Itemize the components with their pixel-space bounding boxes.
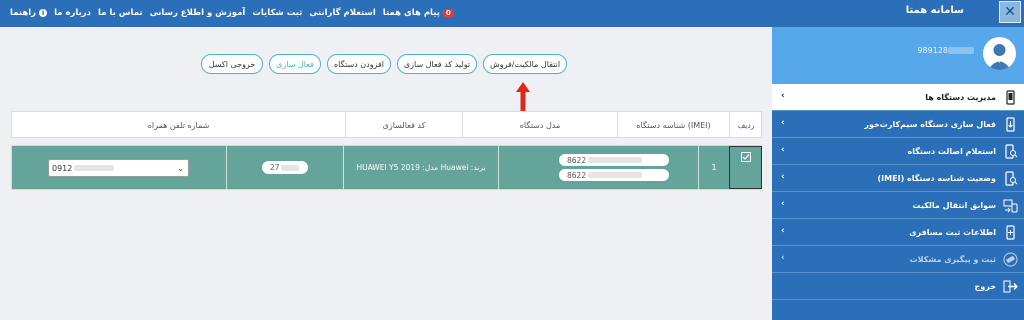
chevron-right-icon: ›	[781, 118, 785, 128]
row-index-cell: 1	[698, 146, 729, 189]
sidebar-item-activate-sim-device[interactable]: فعال سازی دستگاه سیم‌کارت‌خور ›	[772, 111, 1024, 138]
redacted-phone	[948, 47, 974, 54]
device-transfer-icon	[1003, 199, 1018, 213]
main-content: انتقال مالکیت/فروش تولید کد فعال سازی اف…	[0, 27, 772, 320]
chevron-right-icon: ›	[781, 172, 785, 182]
chevron-right-icon: ›	[781, 199, 785, 209]
nav-help[interactable]: iراهنما	[10, 7, 48, 18]
phone-select[interactable]: 0912 ⌄	[48, 159, 189, 177]
user-box: 989128	[772, 27, 1024, 84]
sidebar-item-authenticity[interactable]: استعلام اصالت دستگاه ›	[772, 138, 1024, 165]
user-icon	[988, 44, 1011, 70]
header-phone: شماره تلفن همراه	[147, 120, 210, 130]
header-activation-code: کد فعالسازی	[345, 112, 462, 138]
activation-code-value: 27	[270, 163, 280, 172]
imei-cell: 8622 8622	[498, 146, 729, 189]
phone-search-icon	[1005, 171, 1018, 186]
chevron-right-icon: ›	[781, 226, 785, 236]
sidebar-menu: مدیریت دستگاه ها › فعال سازی دستگاه سیم‌…	[772, 84, 1024, 300]
header-imei: شناسه دستگاه (IMEI)	[617, 112, 729, 138]
activation-code-pill: 27	[262, 161, 308, 174]
generate-activation-code-button[interactable]: تولید کد فعال سازی	[397, 54, 477, 74]
messages-count-badge: 0	[442, 8, 454, 17]
row-select-checkbox[interactable]	[729, 146, 762, 189]
exit-icon	[1003, 280, 1018, 293]
nav-messages-label: پیام های همتا	[382, 7, 440, 18]
imei-2-value: 8622	[567, 170, 587, 180]
sidebar-item-traveler-info[interactable]: اطلاعات ثبت مسافری ›	[772, 219, 1024, 246]
nav-contact[interactable]: تماس با ما	[98, 8, 143, 18]
model-cell: برند: Huawei مدل: HUAWEI Y5 2019	[343, 146, 498, 189]
user-phone: 989128	[917, 46, 974, 55]
close-icon[interactable]: ✕	[999, 1, 1021, 23]
activation-code-cell: 27	[226, 146, 343, 189]
transfer-ownership-button[interactable]: انتقال مالکیت/فروش	[483, 54, 567, 74]
nav-about[interactable]: درباره ما	[54, 8, 91, 18]
sidebar-item-label: سوابق انتقال مالکیت	[912, 200, 996, 210]
info-icon: i	[39, 8, 48, 17]
header-row: ردیف	[729, 112, 762, 138]
nav-help-label: راهنما	[10, 7, 37, 18]
sidebar-item-label: اطلاعات ثبت مسافری	[909, 227, 996, 237]
nav-complaints[interactable]: ثبت شکایات	[252, 8, 302, 18]
redacted-code	[280, 164, 299, 171]
phone-search-icon	[1005, 144, 1018, 159]
imei-2: 8622	[559, 169, 669, 181]
avatar	[983, 37, 1016, 70]
add-device-button[interactable]: افزودن دستگاه	[327, 54, 391, 74]
sidebar-item-label: ثبت و پیگیری مشکلات	[909, 254, 996, 264]
redacted-imei	[588, 172, 643, 178]
user-phone-value: 989128	[917, 46, 948, 55]
chevron-down-icon: ⌄	[177, 164, 184, 173]
sidebar-item-label: مدیریت دستگاه ها	[925, 92, 996, 102]
phone-arrow-icon	[1006, 117, 1015, 132]
activate-button[interactable]: فعال سازی	[269, 54, 321, 74]
phone-select-value: 0912	[52, 163, 73, 173]
imei-1: 8622	[559, 154, 669, 166]
table-header: شماره تلفن همراه کد فعالسازی مدل دستگاه …	[11, 111, 762, 138]
sidebar-item-transfer-history[interactable]: سوابق انتقال مالکیت ›	[772, 192, 1024, 219]
phone-cell: 0912 ⌄	[12, 146, 226, 189]
sidebar-item-label: استعلام اصالت دستگاه	[907, 146, 996, 156]
table-row: 0912 ⌄ 27 برند: Huawei مدل: HUAWEI Y5 20…	[11, 145, 762, 190]
checkbox-icon	[741, 152, 751, 162]
sidebar-item-device-management[interactable]: مدیریت دستگاه ها ›	[772, 84, 1024, 111]
top-bar: 0پیام های همتا استعلام گارانتی ثبت شکایا…	[0, 0, 1024, 27]
header-model: مدل دستگاه	[462, 112, 617, 138]
nav-education[interactable]: آموزش و اطلاع رسانی	[150, 8, 246, 18]
redacted-phone	[74, 165, 115, 171]
sidebar-item-imei-status[interactable]: وضعیت شناسه دستگاه (IMEI) ›	[772, 165, 1024, 192]
export-excel-button[interactable]: خروجی اکسل	[201, 54, 263, 74]
phone-device-icon	[1006, 90, 1015, 105]
nav-messages[interactable]: 0پیام های همتا	[383, 8, 454, 18]
nav-warranty[interactable]: استعلام گارانتی	[309, 8, 375, 18]
imei-1-value: 8622	[567, 155, 587, 165]
feedback-icon	[1003, 252, 1018, 267]
redacted-imei	[588, 157, 643, 163]
app-title: سامانه همتا	[905, 5, 964, 16]
chevron-right-icon: ›	[781, 253, 785, 263]
sidebar-item-label: فعال سازی دستگاه سیم‌کارت‌خور	[864, 119, 996, 129]
phone-plus-icon	[1006, 225, 1015, 240]
chevron-right-icon: ›	[781, 145, 785, 155]
chevron-right-icon: ›	[781, 91, 785, 101]
sidebar: 989128 مدیریت دستگاه ها › فعال سازی دستگ…	[772, 27, 1024, 320]
sidebar-item-issues[interactable]: ثبت و پیگیری مشکلات ›	[772, 246, 1024, 273]
top-nav: 0پیام های همتا استعلام گارانتی ثبت شکایا…	[10, 0, 454, 25]
sidebar-item-label: وضعیت شناسه دستگاه (IMEI)	[877, 173, 996, 183]
sidebar-item-exit[interactable]: خروج	[772, 273, 1024, 300]
sidebar-item-label: خروج	[974, 281, 996, 291]
